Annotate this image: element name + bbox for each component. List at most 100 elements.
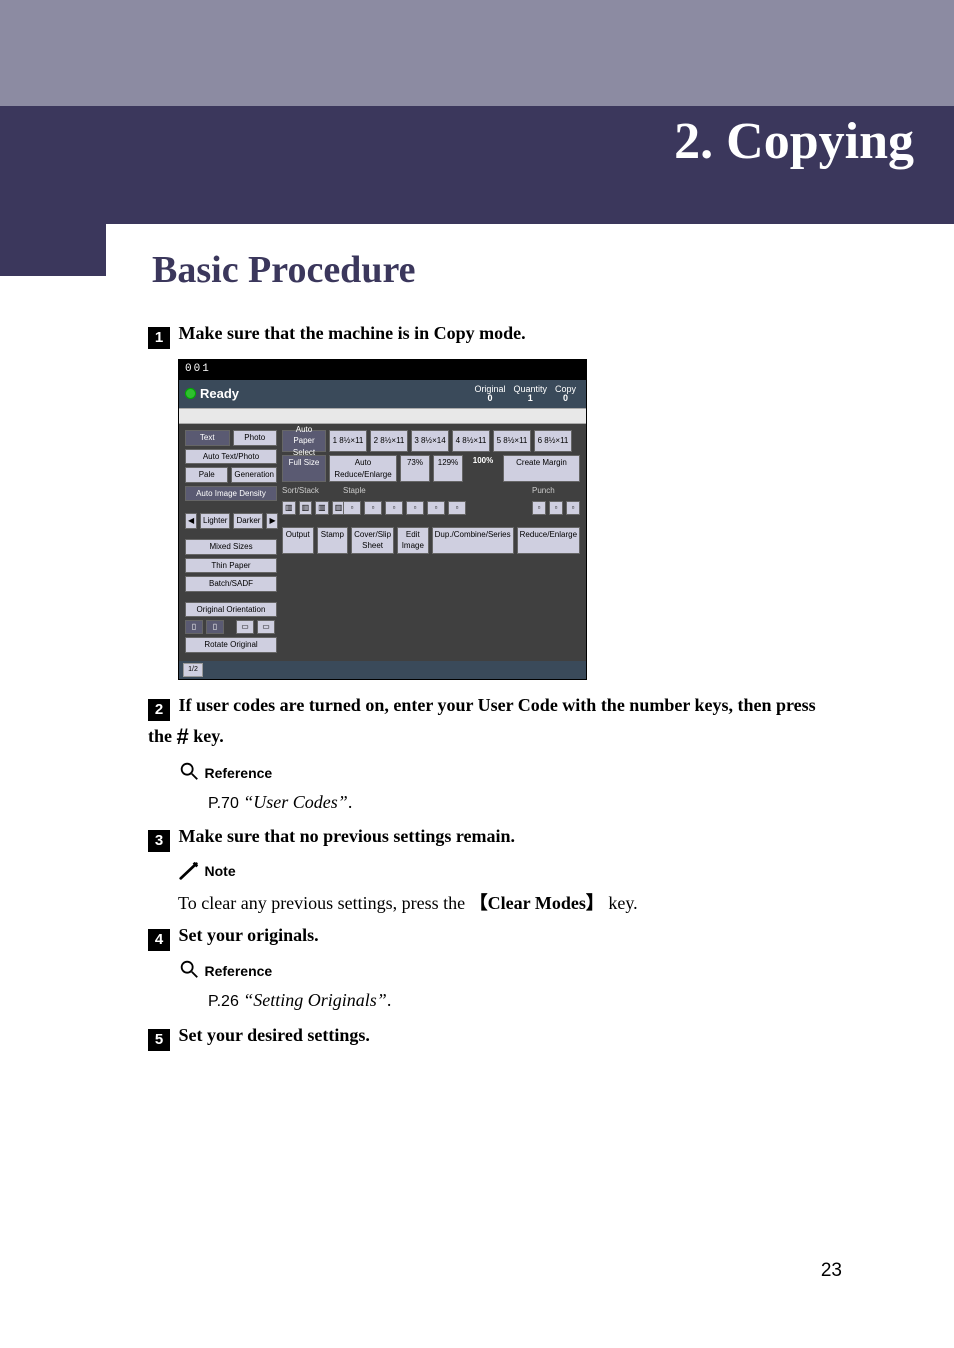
lbl-sort-stack: Sort/Stack [282, 485, 340, 497]
btn-orient-3[interactable]: ▭ [236, 620, 254, 634]
btn-punch-3[interactable]: ▫ [566, 501, 580, 515]
tray-6[interactable]: 6 8½×11 [534, 430, 572, 452]
step-5-text: Set your desired settings. [179, 1025, 370, 1045]
btn-output[interactable]: Output [282, 527, 314, 554]
reference-label-2: Reference [205, 963, 273, 979]
header-band-light [0, 0, 954, 106]
status-text: Ready [200, 385, 239, 404]
btn-punch-1[interactable]: ▫ [532, 501, 546, 515]
reference-icon [178, 760, 200, 782]
chapter-name: Copying [726, 113, 914, 170]
btn-orient-2[interactable]: ▯ [206, 620, 224, 634]
shot-footer: 1/2 [179, 661, 586, 679]
note-icon [178, 861, 205, 881]
shot-left-col: Text Photo Auto Text/Photo Pale Generati… [185, 430, 277, 653]
btn-mixed-sizes[interactable]: Mixed Sizes [185, 539, 277, 555]
btn-original-orientation[interactable]: Original Orientation [185, 602, 277, 618]
btn-full-size[interactable]: Full Size [282, 455, 326, 482]
btn-batch-sadf[interactable]: Batch/SADF [185, 576, 277, 592]
step-1-number: 1 [148, 327, 170, 349]
btn-photo[interactable]: Photo [233, 430, 278, 446]
machine-screenshot: 001 Ready Original0 Quantity1 Copy0 Text… [178, 359, 587, 680]
tray-1[interactable]: 1 8½×11 [329, 430, 367, 452]
btn-punch-2[interactable]: ▫ [549, 501, 563, 515]
btn-edit-image[interactable]: Edit Image [397, 527, 429, 554]
section-heading: Basic Procedure [152, 248, 416, 292]
ready-led [185, 388, 196, 399]
hash-key-glyph: # [177, 724, 189, 749]
btn-reduce-enlarge[interactable]: Reduce/Enlarge [517, 527, 580, 554]
shot-body: Text Photo Auto Text/Photo Pale Generati… [179, 424, 586, 661]
btn-auto-paper[interactable]: Auto Paper Select [282, 430, 326, 452]
btn-auto-image-density[interactable]: Auto Image Density [185, 486, 277, 502]
lbl-staple: Staple [343, 485, 529, 497]
btn-sort-3[interactable]: ▥ [315, 501, 329, 515]
header-tab [0, 224, 106, 276]
btn-orient-1[interactable]: ▯ [185, 620, 203, 634]
btn-pale[interactable]: Pale [185, 467, 228, 483]
shot-titlebar: 001 [179, 360, 586, 380]
btn-thin-paper[interactable]: Thin Paper [185, 558, 277, 574]
shot-right-col: Auto Paper Select 1 8½×11 2 8½×11 3 8½×1… [282, 430, 580, 653]
btn-text[interactable]: Text [185, 430, 230, 446]
btn-auto-text-photo[interactable]: Auto Text/Photo [185, 449, 277, 465]
btn-darker-arrow[interactable]: ▶ [266, 513, 278, 529]
btn-sort-2[interactable]: ▥ [299, 501, 313, 515]
tray-4[interactable]: 4 8½×11 [452, 430, 490, 452]
btn-staple-3[interactable]: ▫ [385, 501, 403, 515]
btn-create-margin[interactable]: Create Margin [503, 455, 580, 482]
lbl-punch: Punch [532, 485, 580, 497]
tray-5[interactable]: 5 8½×11 [493, 430, 531, 452]
tray-2[interactable]: 2 8½×11 [370, 430, 408, 452]
note-label: Note [205, 863, 236, 879]
chapter-title: 2. Copying [674, 112, 914, 171]
step-4-text: Set your originals. [179, 925, 319, 945]
btn-sort-1[interactable]: ▥ [282, 501, 296, 515]
btn-orient-4[interactable]: ▭ [257, 620, 275, 634]
tray-3[interactable]: 3 8½×14 [411, 430, 449, 452]
step-3-text: Make sure that no previous settings rema… [179, 826, 516, 846]
step-4-number: 4 [148, 929, 170, 951]
content: 1 Make sure that the machine is in Copy … [148, 314, 844, 1057]
step-1-text: Make sure that the machine is in Copy mo… [179, 323, 526, 343]
reference-link-1: P.70 “User Codes”. [208, 789, 844, 815]
reference-header-1: Reference [178, 759, 844, 785]
footer-page-indicator[interactable]: 1/2 [183, 663, 203, 677]
quantity-box: Quantity1 [509, 384, 551, 404]
reference-icon-2 [178, 958, 200, 980]
btn-cover-slip[interactable]: Cover/Slip Sheet [351, 527, 394, 554]
reference-header-2: Reference [178, 957, 844, 983]
btn-ratio-129[interactable]: 129% [433, 455, 463, 482]
reference-label: Reference [205, 765, 273, 781]
ratio-display: 100% [466, 455, 500, 482]
clear-modes-key: Clear Modes [488, 893, 586, 913]
copy-box: Copy0 [551, 384, 580, 404]
btn-lighter-arrow[interactable]: ◀ [185, 513, 197, 529]
step-5: 5 Set your desired settings. [148, 1022, 844, 1051]
step-2-text: If user codes are turned on, enter your … [148, 695, 816, 746]
btn-rotate-original[interactable]: Rotate Original [185, 637, 277, 653]
step-1: 1 Make sure that the machine is in Copy … [148, 320, 844, 349]
step-5-number: 5 [148, 1029, 170, 1051]
btn-staple-6[interactable]: ▫ [448, 501, 466, 515]
step-2-number: 2 [148, 699, 170, 721]
btn-stamp[interactable]: Stamp [317, 527, 349, 554]
btn-generation[interactable]: Generation [231, 467, 277, 483]
btn-auto-reduce-enlarge[interactable]: Auto Reduce/Enlarge [329, 455, 397, 482]
step-3-number: 3 [148, 830, 170, 852]
chapter-number: 2. [674, 113, 713, 170]
btn-staple-1[interactable]: ▫ [343, 501, 361, 515]
btn-staple-2[interactable]: ▫ [364, 501, 382, 515]
btn-dup-combine[interactable]: Dup./Combine/Series [432, 527, 514, 554]
btn-ratio-73[interactable]: 73% [400, 455, 430, 482]
step-4: 4 Set your originals. [148, 922, 844, 951]
btn-staple-4[interactable]: ▫ [406, 501, 424, 515]
note-text: To clear any previous settings, press th… [178, 890, 844, 916]
page-number: 23 [821, 1260, 842, 1282]
original-box: Original0 [470, 384, 509, 404]
note-header: Note [178, 858, 844, 884]
btn-lighter[interactable]: Lighter [200, 513, 230, 529]
shot-status: Ready Original0 Quantity1 Copy0 [179, 380, 586, 408]
btn-darker[interactable]: Darker [233, 513, 263, 529]
btn-staple-5[interactable]: ▫ [427, 501, 445, 515]
